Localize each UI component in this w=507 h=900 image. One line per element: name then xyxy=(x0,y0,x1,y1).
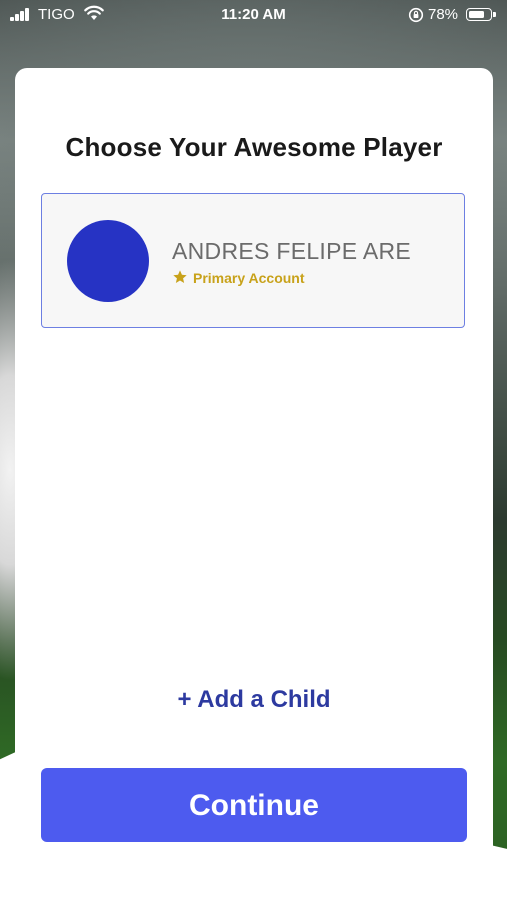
primary-account-badge: Primary Account xyxy=(172,269,305,286)
primary-account-label: Primary Account xyxy=(193,270,305,286)
orientation-lock-icon xyxy=(408,7,424,23)
avatar xyxy=(67,220,149,302)
dialog-title: Choose Your Awesome Player xyxy=(65,132,443,162)
battery-icon xyxy=(466,8,496,21)
player-name: ANDRES FELIPE ARE xyxy=(172,238,412,264)
player-selection-dialog: Choose Your Awesome Player ANDRES FELIPE… xyxy=(15,68,493,888)
battery-level xyxy=(469,11,484,18)
continue-button[interactable]: Continue xyxy=(41,768,467,842)
player-option-selected[interactable]: ANDRES FELIPE ARE Primary Account xyxy=(41,193,465,328)
add-child-button[interactable]: + Add a Child xyxy=(15,686,493,714)
star-icon xyxy=(173,270,187,283)
status-bar: TIGO 11:20 AM 78% xyxy=(0,0,507,30)
battery-percent: 78% xyxy=(428,6,459,23)
